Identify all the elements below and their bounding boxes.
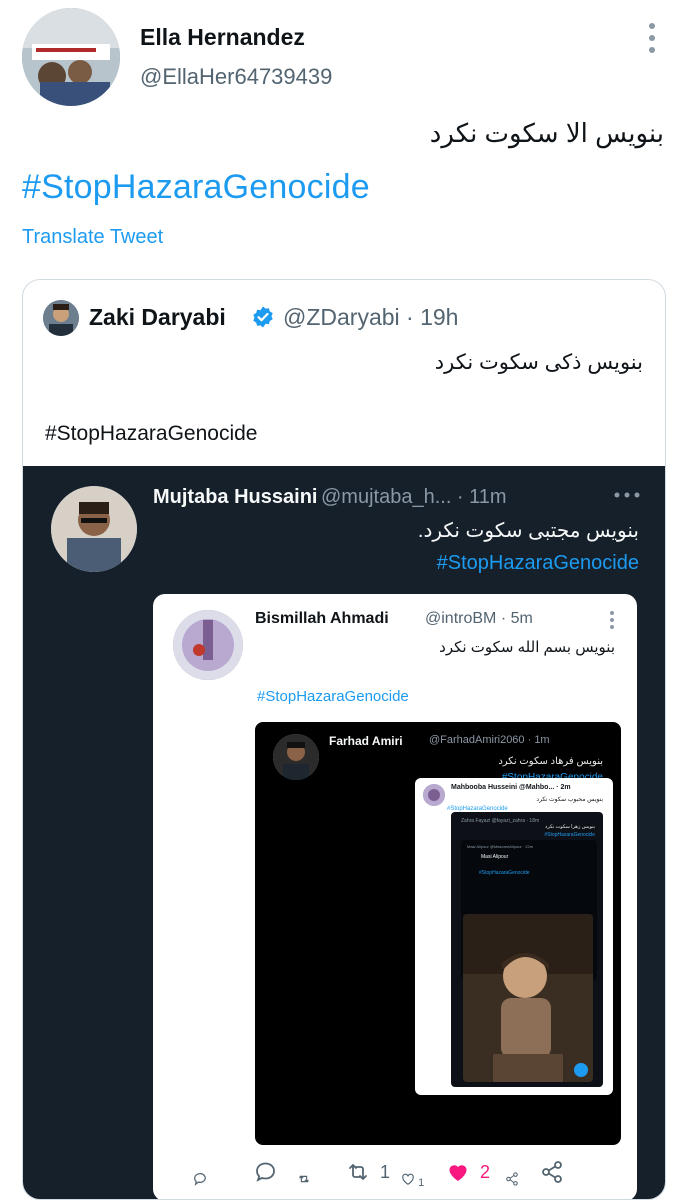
farhad-handle: @FarhadAmiri2060 · 1m (429, 734, 550, 746)
quote-text: بنویس ذکی سکوت نکرد (434, 351, 643, 374)
mahbooba-avatar (423, 784, 445, 806)
like-button[interactable]: 2 (446, 1150, 490, 1194)
quote-author-name[interactable]: Zaki Daryabi (89, 304, 226, 331)
nested-tweet-card: Bismillah Ahmadi @introBM · 5m بنویس بسم… (153, 594, 637, 1199)
author-avatar[interactable] (22, 8, 120, 106)
author-name[interactable]: Ella Hernandez (140, 24, 305, 51)
nested-author-name: Bismillah Ahmadi (255, 610, 389, 627)
tweet-action-bar: 1 2 (0, 1150, 686, 1194)
reply-button[interactable] (254, 1150, 288, 1194)
masi-name: Masi Alipour (481, 854, 509, 860)
zahra-hashtag: #StopHazaraGenocide (544, 832, 595, 838)
like-count: 2 (480, 1161, 491, 1182)
nested-screenshot-dark: Farhad Amiri @FarhadAmiri2060 · 1m بنویس… (255, 722, 621, 1145)
quote-author-handle[interactable]: @ZDaryabi · 19h (283, 304, 458, 331)
share-icon (542, 1161, 562, 1183)
more-options-icon[interactable] (640, 20, 664, 56)
mahbooba-name: Mahbooba Husseini @Mahbo... · 2m (451, 784, 571, 791)
shot-hashtag: #StopHazaraGenocide (436, 552, 639, 574)
masi-label: Masi Alipour @MasomeAlipour · 22m (467, 844, 534, 849)
share-button[interactable] (540, 1150, 564, 1194)
zahra-card: Zahra Fayazi @fayazi_zahra · 18m بنویس ز… (451, 812, 603, 1087)
tweet-text: بنویس الا سکوت نکرد (429, 118, 664, 148)
quoted-tweet[interactable]: Zaki Daryabi @ZDaryabi · 19h بنویس ذکی س… (22, 279, 666, 1200)
nested-more-icon (607, 610, 617, 630)
nested-text: بنویس بسم الله سکوت نکرد (439, 639, 615, 656)
nested-author-handle: @introBM · 5m (425, 610, 533, 627)
retweet-icon (349, 1164, 367, 1180)
mahbooba-text: بنویس محبوب سکوت نکرد (536, 797, 603, 803)
zahra-name: Zahra Fayazi @fayazi_zahra · 18m (461, 818, 540, 824)
retweet-count: 1 (380, 1161, 391, 1182)
farhad-name: Farhad Amiri (329, 734, 403, 748)
quote-screenshot-image[interactable]: Mujtaba Hussaini @mujtaba_h... · 11m بنو… (23, 466, 665, 1199)
nested-hashtag: #StopHazaraGenocide (257, 688, 409, 705)
reply-icon (256, 1162, 275, 1182)
shot-text: بنویس مجتبی سکوت نکرد. (417, 520, 639, 542)
verified-badge-icon (251, 305, 275, 329)
masi-hashtag: #StopHazaraGenocide (479, 870, 530, 876)
quote-hashtag[interactable]: #StopHazaraGenocide (45, 422, 257, 446)
shot-more-icon (613, 488, 641, 502)
author-handle[interactable]: @EllaHer64739439 (140, 64, 332, 90)
farhad-text: بنویس فرهاد سکوت نکرد (498, 756, 603, 767)
shot-author-handle: @mujtaba_h... · 11m (321, 486, 507, 508)
heart-icon (449, 1165, 467, 1181)
tweet-hashtag[interactable]: #StopHazaraGenocide (22, 168, 370, 207)
translate-tweet-link[interactable]: Translate Tweet (22, 226, 163, 249)
zahra-text: بنویس زهرا سکوت نکرد (545, 824, 595, 830)
mahbooba-card: Mahbooba Husseini @Mahbo... · 2m بنویس م… (415, 778, 613, 1095)
shot-author-name: Mujtaba Hussaini (153, 486, 318, 508)
child-photo-image (463, 914, 593, 1082)
quote-author-avatar[interactable] (43, 300, 79, 336)
retweet-button[interactable]: 1 (346, 1150, 390, 1194)
